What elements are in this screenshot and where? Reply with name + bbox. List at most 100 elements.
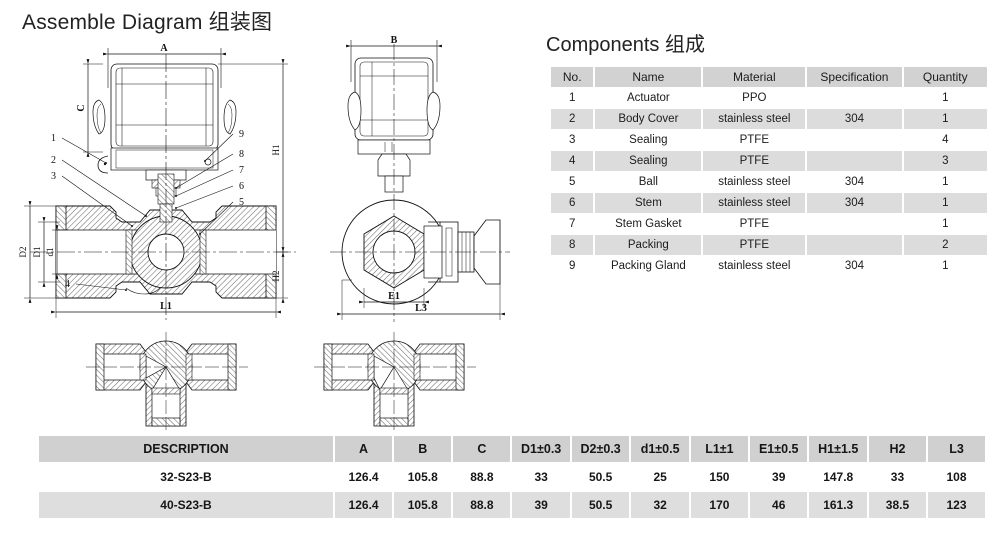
cell-quantity: 4 [903, 130, 987, 150]
spec-cell-b: 105.8 [394, 464, 452, 490]
cell-quantity: 1 [903, 109, 987, 129]
cell-name: Stem [595, 193, 702, 213]
spec-header-e1: E1±0.5 [750, 436, 808, 462]
cell-name: Packing Gland [595, 256, 702, 276]
table-row: 9 Packing Gland stainless steel 304 1 [551, 256, 987, 276]
spec-cell-d2: 50.5 [571, 492, 630, 518]
svg-text:D2: D2 [18, 247, 28, 258]
cell-specification [807, 151, 902, 171]
spec-cell-d2: 50.5 [571, 464, 630, 490]
svg-text:L3: L3 [415, 303, 427, 314]
callout-1: 1 [51, 133, 56, 144]
cell-material: stainless steel [703, 193, 806, 213]
spec-header-d1-small: d1±0.5 [631, 436, 689, 462]
spec-cell-e1: 39 [750, 464, 808, 490]
cell-name: Stem Gasket [595, 214, 702, 234]
callout-6: 6 [239, 181, 244, 192]
components-title: Components 组成 [546, 34, 705, 56]
spec-table-header-row: DESCRIPTION A B C D1±0.3 D2±0.3 d1±0.5 L… [39, 436, 985, 462]
spec-cell-c: 88.8 [453, 464, 511, 490]
cell-no: 5 [551, 172, 594, 192]
svg-text:d1: d1 [45, 248, 55, 257]
spec-header-h2: H2 [868, 436, 926, 462]
svg-text:A: A [160, 43, 168, 54]
cell-no: 3 [551, 130, 594, 150]
svg-text:H1: H1 [271, 145, 281, 156]
components-header-material: Material [703, 67, 806, 87]
cell-quantity: 1 [903, 256, 987, 276]
spec-header-l1: L1±1 [690, 436, 748, 462]
spec-cell-h2: 33 [868, 464, 926, 490]
callout-4: 4 [65, 279, 70, 290]
spec-cell-d1: 39 [512, 492, 570, 518]
cell-quantity: 3 [903, 151, 987, 171]
cell-no: 1 [551, 88, 594, 108]
components-header-specification: Specification [807, 67, 902, 87]
spec-header-c: C [453, 436, 511, 462]
cell-no: 9 [551, 256, 594, 276]
side-section-view: B E1 L3 [330, 35, 510, 322]
components-header-no: No. [551, 67, 594, 87]
components-table-header-row: No. Name Material Specification Quantity [551, 67, 987, 87]
callout-9: 9 [239, 129, 244, 140]
cell-no: 6 [551, 193, 594, 213]
spec-cell-l3: 108 [927, 464, 985, 490]
table-row: 5 Ball stainless steel 304 1 [551, 172, 987, 192]
spec-cell-l1: 150 [690, 464, 748, 490]
table-row: 6 Stem stainless steel 304 1 [551, 193, 987, 213]
spec-table-row: 40-S23-B 126.4 105.8 88.8 39 50.5 32 170… [39, 492, 985, 518]
spec-cell-l3: 123 [927, 492, 985, 518]
callout-7: 7 [239, 165, 244, 176]
spec-cell-e1: 46 [750, 492, 808, 518]
cell-specification [807, 214, 902, 234]
cell-quantity: 1 [903, 172, 987, 192]
spec-cell-l1: 170 [690, 492, 748, 518]
cell-specification: 304 [807, 193, 902, 213]
callout-5: 5 [239, 197, 244, 208]
svg-text:D1: D1 [32, 247, 42, 258]
front-section-view: A C D2 D1 d1 L1 H1 H2 [18, 43, 296, 320]
cell-quantity: 1 [903, 88, 987, 108]
technical-drawing-area: A C D2 D1 d1 L1 H1 H2 1 2 3 4 5 6 7 8 9 … [0, 30, 530, 430]
cell-no: 7 [551, 214, 594, 234]
cell-name: Sealing [595, 130, 702, 150]
components-header-quantity: Quantity [903, 67, 987, 87]
table-row: 1 Actuator PPO 1 [551, 88, 987, 108]
cell-material: PTFE [703, 235, 806, 255]
cell-name: Body Cover [595, 109, 702, 129]
spec-cell-d1: 33 [512, 464, 570, 490]
spec-cell-h1: 147.8 [809, 464, 867, 490]
svg-text:H2: H2 [271, 271, 281, 282]
cell-material: PPO [703, 88, 806, 108]
spec-cell-c: 88.8 [453, 492, 511, 518]
l-type-view: L-Type [314, 332, 476, 430]
callout-8: 8 [239, 149, 244, 160]
svg-text:C: C [76, 104, 87, 111]
spec-cell-d1-small: 32 [631, 492, 689, 518]
spec-header-h1: H1±1.5 [809, 436, 867, 462]
callout-3: 3 [51, 171, 56, 182]
cell-material: PTFE [703, 130, 806, 150]
spec-header-description: DESCRIPTION [39, 436, 333, 462]
spec-header-b: B [394, 436, 452, 462]
spec-cell-h2: 38.5 [868, 492, 926, 518]
cell-specification: 304 [807, 109, 902, 129]
cell-specification: 304 [807, 256, 902, 276]
cell-specification [807, 235, 902, 255]
cell-name: Sealing [595, 151, 702, 171]
cell-name: Ball [595, 172, 702, 192]
svg-text:E1: E1 [388, 291, 400, 302]
cell-no: 2 [551, 109, 594, 129]
svg-text:L1: L1 [160, 301, 172, 312]
spec-header-a: A [334, 436, 393, 462]
spec-cell-b: 105.8 [394, 492, 452, 518]
cell-material: stainless steel [703, 256, 806, 276]
spec-cell-a: 126.4 [334, 464, 393, 490]
table-row: 2 Body Cover stainless steel 304 1 [551, 109, 987, 129]
spec-cell-a: 126.4 [334, 492, 393, 518]
spec-header-l3: L3 [927, 436, 985, 462]
components-table: No. Name Material Specification Quantity… [549, 66, 989, 277]
cell-material: stainless steel [703, 172, 806, 192]
spec-header-d2: D2±0.3 [571, 436, 630, 462]
spec-cell-h1: 161.3 [809, 492, 867, 518]
